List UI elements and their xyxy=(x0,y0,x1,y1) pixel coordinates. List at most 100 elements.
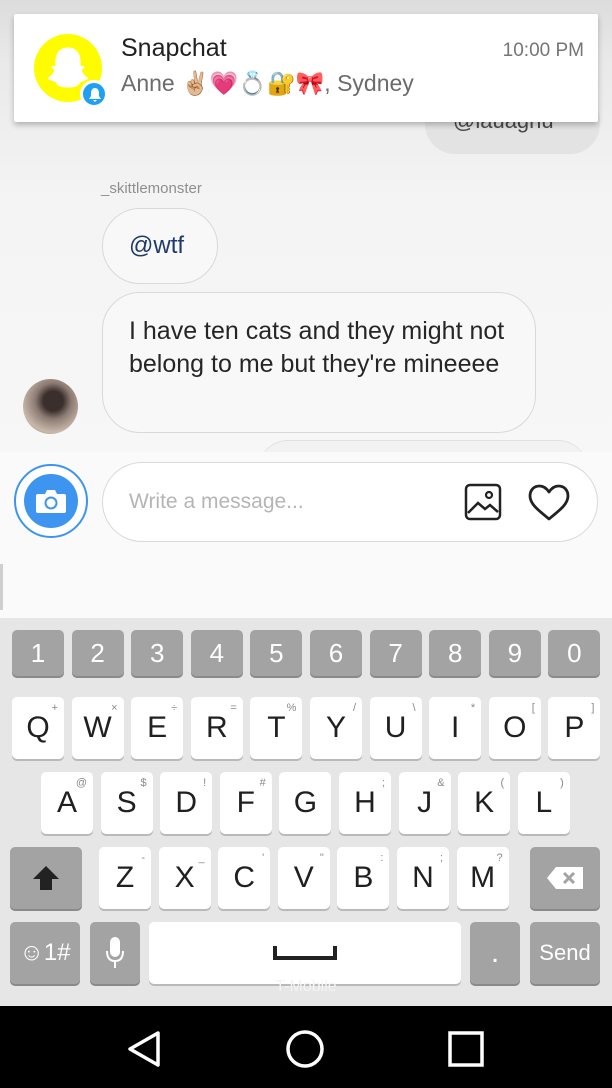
key-j[interactable]: J & xyxy=(398,772,451,834)
key-b[interactable]: B: xyxy=(337,847,390,909)
key-s[interactable]: S $ xyxy=(100,772,153,834)
message-bubble-partial xyxy=(258,440,588,452)
key-p[interactable]: P] xyxy=(548,697,601,759)
message-input[interactable]: Write a message... xyxy=(102,462,598,542)
key-4[interactable]: 4 xyxy=(190,630,243,676)
symbols-key[interactable]: ☺1# xyxy=(10,922,80,984)
key-w[interactable]: W × xyxy=(71,697,124,759)
key-label: H xyxy=(354,786,376,819)
key-q[interactable]: Q + xyxy=(12,697,64,759)
backspace-key[interactable] xyxy=(530,847,600,909)
key-label: Q xyxy=(26,711,50,744)
navigation-bar xyxy=(0,1006,612,1088)
key-n[interactable]: N; xyxy=(397,847,449,909)
key-secondary-label: _ xyxy=(198,852,205,864)
key-z[interactable]: Z- xyxy=(99,847,151,909)
key-secondary-label: ( xyxy=(500,777,505,789)
key-label: Z xyxy=(115,861,135,894)
key-l[interactable]: L) xyxy=(517,772,570,834)
key-9[interactable]: 9 xyxy=(488,630,541,676)
key-label: W xyxy=(83,711,112,744)
camera-button[interactable] xyxy=(14,464,88,538)
key-secondary-label: % xyxy=(286,702,297,714)
key-label: M xyxy=(470,861,496,894)
heart-icon[interactable] xyxy=(527,483,571,523)
key-8[interactable]: 8 xyxy=(429,630,482,676)
key-3[interactable]: 3 xyxy=(131,630,184,676)
period-key[interactable]: . xyxy=(470,922,520,984)
message-composer: Write a message... xyxy=(0,452,612,557)
key-7[interactable]: 7 xyxy=(369,630,422,676)
key-o[interactable]: O[ xyxy=(488,697,541,759)
key-secondary-label: & xyxy=(437,777,445,789)
key-label: A xyxy=(56,786,77,819)
key-label: L xyxy=(535,786,553,819)
space-bar-icon xyxy=(273,946,337,960)
key-x[interactable]: X _ xyxy=(158,847,211,909)
key-secondary-label: ! xyxy=(203,777,207,789)
key-secondary-label: @ xyxy=(75,777,87,789)
key-1[interactable]: 1 xyxy=(12,630,64,676)
key-f[interactable]: F # xyxy=(219,772,272,834)
key-y[interactable]: Y / xyxy=(310,697,362,759)
key-5[interactable]: 5 xyxy=(250,630,303,676)
strip-edge xyxy=(0,564,3,610)
sender-avatar[interactable] xyxy=(23,379,78,434)
key-label: U xyxy=(384,711,407,744)
key-t[interactable]: T% xyxy=(250,697,303,759)
recents-icon[interactable] xyxy=(448,1031,484,1067)
key-u[interactable]: U \ xyxy=(369,697,422,759)
key-secondary-label: ; xyxy=(381,777,385,789)
key-2[interactable]: 2 xyxy=(71,630,124,676)
back-icon[interactable] xyxy=(126,1030,162,1068)
key-k[interactable]: K( xyxy=(458,772,511,834)
key-e[interactable]: E ÷ xyxy=(131,697,184,759)
key-m[interactable]: M? xyxy=(456,847,509,909)
shift-key[interactable] xyxy=(10,847,82,909)
voice-input-key[interactable] xyxy=(90,922,140,984)
microphone-icon xyxy=(106,937,124,968)
key-label: F xyxy=(236,786,255,819)
key-secondary-label: \ xyxy=(412,702,416,714)
camera-icon xyxy=(24,474,78,528)
key-secondary-label: ? xyxy=(496,852,503,864)
key-0[interactable]: 0 xyxy=(548,630,601,676)
notification-app-name: Snapchat xyxy=(121,34,227,62)
key-secondary-label: $ xyxy=(140,777,147,789)
notification-badge-icon xyxy=(80,80,108,108)
message-bubble[interactable]: @wtf xyxy=(102,208,218,284)
key-label: V xyxy=(293,861,314,894)
key-6[interactable]: 6 xyxy=(310,630,362,676)
key-secondary-label: ] xyxy=(591,702,595,714)
send-key[interactable]: Send xyxy=(530,922,600,984)
space-key[interactable] xyxy=(149,922,461,984)
key-label: Y xyxy=(325,711,346,744)
key-d[interactable]: D! xyxy=(160,772,213,834)
key-secondary-label: : xyxy=(380,852,384,864)
notification-text: Anne ✌🏼💗💍🔐🎀, Sydney xyxy=(121,70,414,96)
key-i[interactable]: I * xyxy=(429,697,482,759)
sender-name: _skittlemonster xyxy=(101,180,202,197)
key-h[interactable]: H; xyxy=(339,772,391,834)
key-label: N xyxy=(412,861,434,894)
key-v[interactable]: V " xyxy=(277,847,330,909)
key-secondary-label: ; xyxy=(439,852,443,864)
key-label: G xyxy=(293,786,318,819)
key-c[interactable]: C ' xyxy=(218,847,271,909)
key-r[interactable]: R = xyxy=(190,697,243,759)
key-a[interactable]: A @ xyxy=(41,772,93,834)
key-label: J xyxy=(417,786,433,819)
snapchat-notification[interactable]: Snapchat 10:00 PM Anne ✌🏼💗💍🔐🎀, Sydney xyxy=(14,14,598,122)
home-icon[interactable] xyxy=(285,1029,325,1069)
input-strip xyxy=(0,556,612,618)
keyboard: 1 2 3 4 5 6 7 8 9 0 Q + W × E ÷ R = T% Y / U \ I * O[P] A @ S $ D! F # G H… xyxy=(0,618,612,1006)
key-secondary-label: - xyxy=(141,852,145,864)
key-label: O xyxy=(503,711,527,744)
key-label: R xyxy=(205,711,228,744)
key-label: I xyxy=(451,711,460,744)
key-secondary-label: / xyxy=(352,702,356,714)
key-g[interactable]: G xyxy=(279,772,332,834)
message-bubble[interactable]: I have ten cats and they might not belon… xyxy=(102,292,536,433)
key-secondary-label: = xyxy=(230,702,237,714)
gallery-icon[interactable] xyxy=(464,483,502,521)
